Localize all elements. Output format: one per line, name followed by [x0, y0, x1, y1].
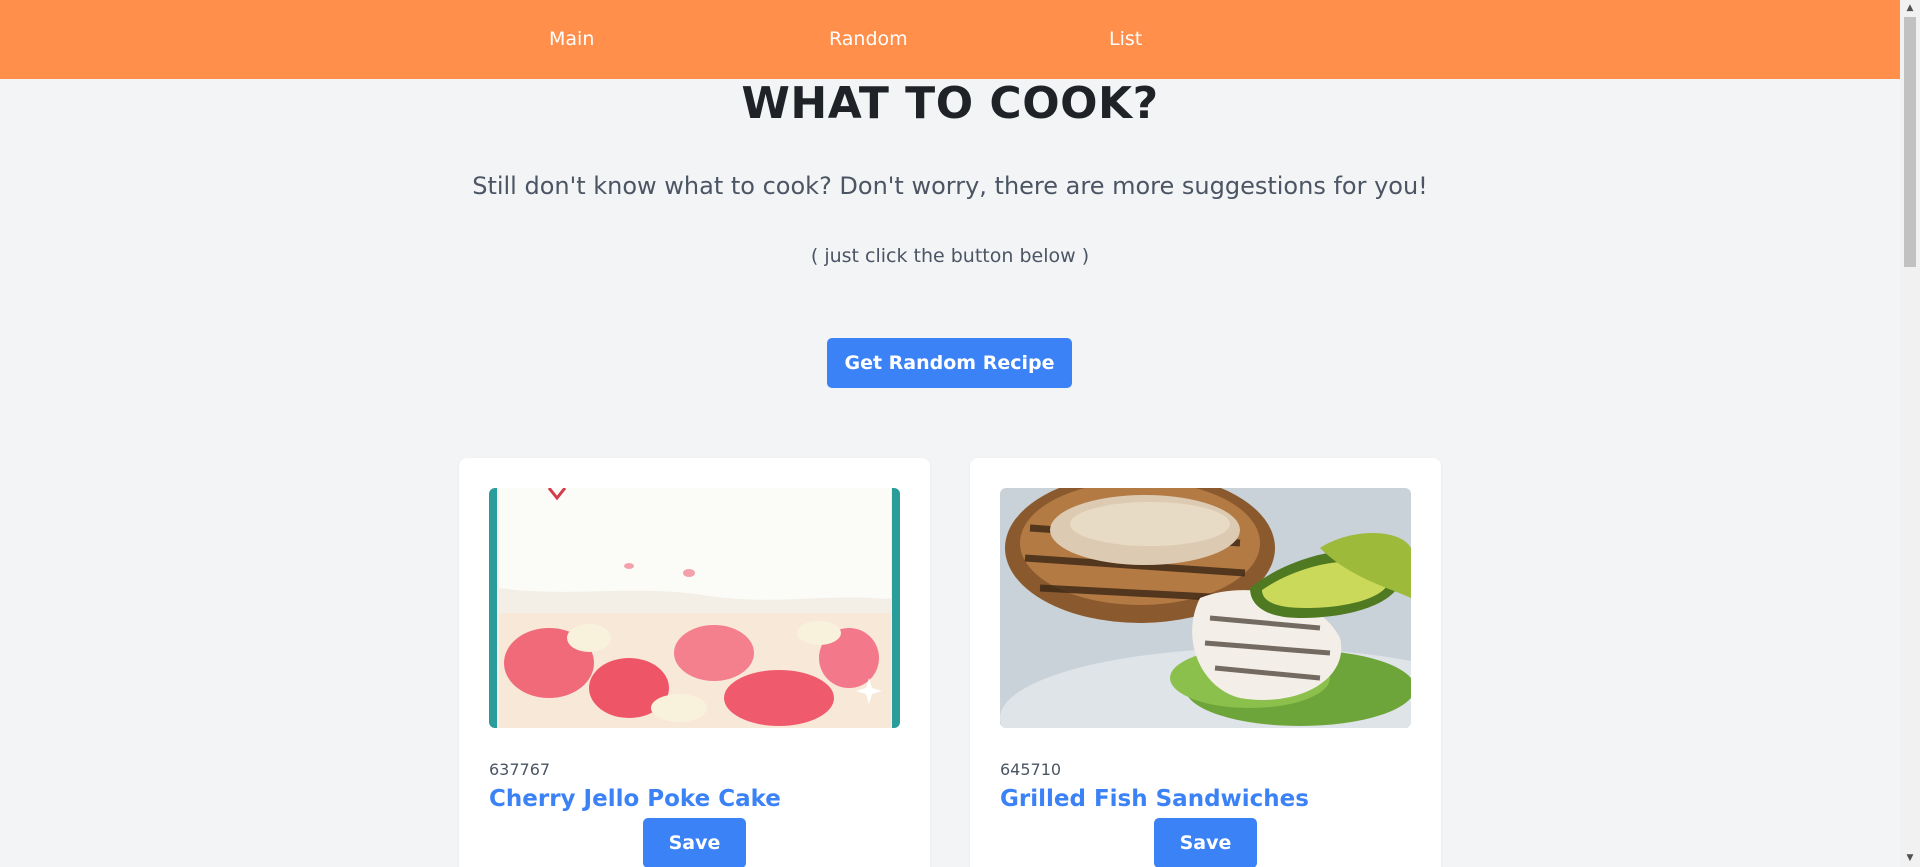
scroll-down-arrow-icon[interactable]: ▼ [1900, 850, 1920, 867]
recipe-id: 645710 [1000, 760, 1062, 779]
save-button[interactable]: Save [1154, 818, 1257, 867]
recipe-title-link[interactable]: Cherry Jello Poke Cake [489, 786, 781, 812]
page-subtitle: Still don't know what to cook? Don't wor… [472, 172, 1428, 200]
recipe-image[interactable] [1000, 488, 1411, 728]
page: Main Random List WHAT TO COOK? Still don… [0, 0, 1920, 867]
recipe-card: 637767 Cherry Jello Poke Cake Save [459, 458, 930, 867]
scrollbar-thumb[interactable] [1904, 17, 1916, 267]
nav-link-list[interactable]: List [1109, 0, 1142, 79]
nav-link-main[interactable]: Main [549, 0, 594, 79]
recipe-image[interactable] [489, 488, 900, 728]
viewport: Main Random List WHAT TO COOK? Still don… [0, 0, 1900, 867]
hint-text: ( just click the button below ) [810, 245, 1090, 267]
recipe-id: 637767 [489, 760, 551, 779]
cake-photo [489, 488, 900, 728]
recipe-title-link[interactable]: Grilled Fish Sandwiches [1000, 786, 1309, 812]
page-title: WHAT TO COOK? [741, 78, 1159, 129]
top-navbar: Main Random List [0, 0, 1900, 79]
get-random-recipe-button[interactable]: Get Random Recipe [827, 338, 1072, 388]
fish-sandwich-photo [1000, 488, 1411, 728]
vertical-scrollbar[interactable]: ▲ ▼ [1900, 0, 1920, 867]
save-button[interactable]: Save [643, 818, 746, 867]
recipe-card: 645710 Grilled Fish Sandwiches Save [970, 458, 1441, 867]
nav-link-random[interactable]: Random [829, 0, 908, 79]
scroll-up-arrow-icon[interactable]: ▲ [1900, 0, 1920, 17]
